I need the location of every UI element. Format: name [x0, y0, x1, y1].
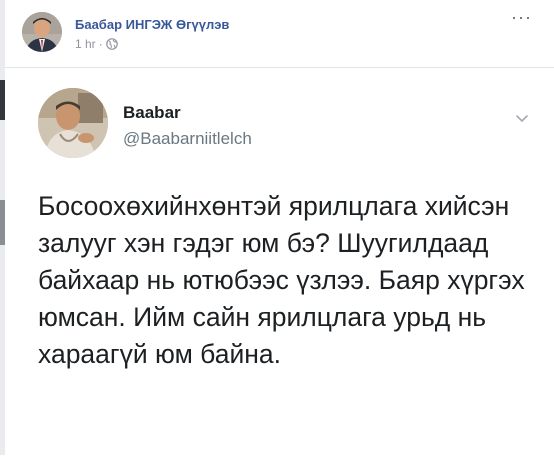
globe-icon [105, 38, 118, 50]
author-avatar[interactable] [22, 12, 62, 52]
post-author-name[interactable]: Баабар ИНГЭЖ Өгүүлэв [75, 17, 229, 32]
post-header: Баабар ИНГЭЖ Өгүүлэв 1 hr · ··· [22, 8, 542, 52]
tweet-author-avatar[interactable] [38, 88, 108, 158]
post-timestamp[interactable]: 1 hr [75, 37, 96, 51]
more-horizontal-icon[interactable]: ··· [511, 8, 532, 26]
chevron-down-icon[interactable] [514, 110, 530, 126]
embedded-tweet[interactable]: Baabar @Baabarniitlelch Босоохөхийнхөнтэ… [5, 67, 554, 467]
tweet-handle[interactable]: @Baabarniitlelch [123, 129, 252, 149]
meta-separator: · [98, 37, 103, 51]
post-meta: 1 hr · [75, 37, 118, 51]
tweet-author-photo [38, 88, 108, 158]
author-photo [22, 12, 62, 52]
tweet-display-name[interactable]: Baabar [123, 103, 181, 123]
tweet-text: Босоохөхийнхөнтэй ярилцлага хийсэн залуу… [38, 191, 525, 369]
